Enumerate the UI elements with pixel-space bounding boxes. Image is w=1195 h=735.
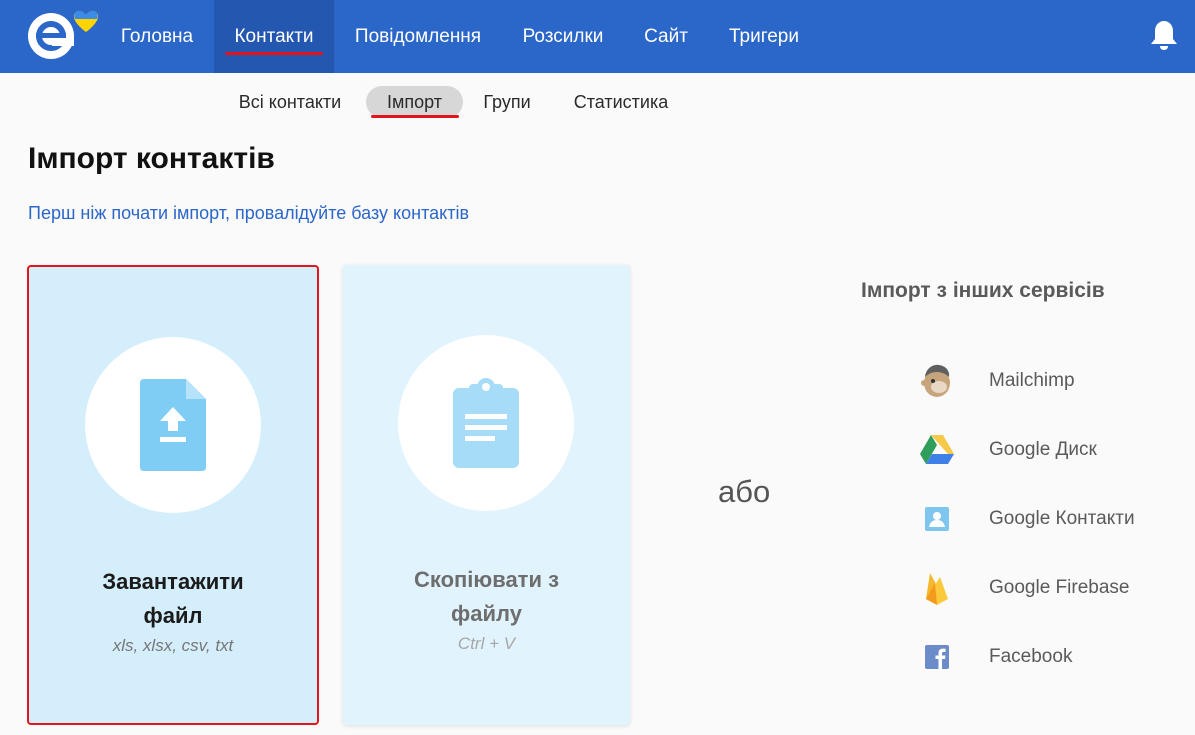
service-label: Mailchimp [989,370,1075,391]
copy-from-file-card[interactable]: Скопіювати з файлу Ctrl + V [343,265,630,725]
service-google-firebase[interactable]: Google Firebase [918,568,1178,608]
file-upload-icon [140,379,206,471]
nav-item-home[interactable]: Головна [106,0,208,73]
copy-card-shortcut: Ctrl + V [457,634,516,653]
top-navbar: Головна Контакти Повідомлення Розсилки С… [0,0,1195,73]
nav-item-label: Повідомлення [354,25,482,47]
nav-item-campaigns[interactable]: Розсилки [508,0,618,73]
active-nav-underline [225,52,323,55]
subnav-item-label: Імпорт [387,91,442,112]
upload-title-line2: файл [143,603,203,628]
upload-title-line1: Завантажити [102,569,244,594]
subnav-item-groups[interactable]: Групи [474,86,540,118]
subnav-item-all-contacts[interactable]: Всі контакти [226,86,354,118]
service-mailchimp[interactable]: Mailchimp [918,361,1178,401]
nav-item-label: Розсилки [522,25,604,47]
clipboard-icon-circle [398,335,574,511]
google-drive-icon [918,431,956,469]
nav-item-label: Сайт [644,25,688,47]
active-subnav-underline [371,115,459,118]
subnav-item-label: Статистика [573,91,669,112]
service-label: Google Firebase [989,577,1130,598]
upload-icon-circle [85,337,261,513]
copy-card-title: Скопіювати з файлу [343,563,630,631]
nav-item-site[interactable]: Сайт [630,0,702,73]
mailchimp-icon [918,362,956,400]
page-title: Імпорт контактів [28,142,275,175]
copy-title-line1: Скопіювати з [413,567,560,592]
subnav-item-import[interactable]: Імпорт [366,86,463,118]
nav-item-label: Головна [120,25,194,47]
nav-item-label: Контакти [234,25,314,47]
upload-card-formats: xls, xlsx, csv, txt [112,636,234,655]
service-facebook[interactable]: Facebook [918,637,1178,677]
service-label: Google Диск [989,439,1097,460]
google-contacts-icon [918,500,956,538]
subnav-item-label: Всі контакти [238,91,342,112]
bell-icon[interactable] [1150,19,1178,51]
services-title: Імпорт з інших сервісів [861,279,1105,302]
service-label: Facebook [989,646,1073,667]
clipboard-icon [453,378,519,468]
firebase-icon [918,569,956,607]
facebook-icon [918,638,956,676]
esputnik-logo-icon[interactable] [26,8,100,64]
copy-title-line2: файлу [451,601,522,626]
nav-item-label: Тригери [729,25,799,47]
upload-file-card[interactable]: Завантажити файл xls, xlsx, csv, txt [27,265,319,725]
upload-card-title: Завантажити файл [29,565,317,633]
service-google-drive[interactable]: Google Диск [918,430,1178,470]
nav-item-messages[interactable]: Повідомлення [340,0,496,73]
service-google-contacts[interactable]: Google Контакти [918,499,1178,539]
subnav-item-statistics[interactable]: Статистика [560,86,682,118]
nav-item-triggers[interactable]: Тригери [714,0,814,73]
or-separator: або [718,474,771,509]
service-label: Google Контакти [989,508,1135,529]
validate-contacts-link[interactable]: Перш ніж почати імпорт, провалідуйте баз… [28,203,469,224]
subnav-item-label: Групи [483,91,531,112]
nav-item-contacts[interactable]: Контакти [214,0,334,73]
